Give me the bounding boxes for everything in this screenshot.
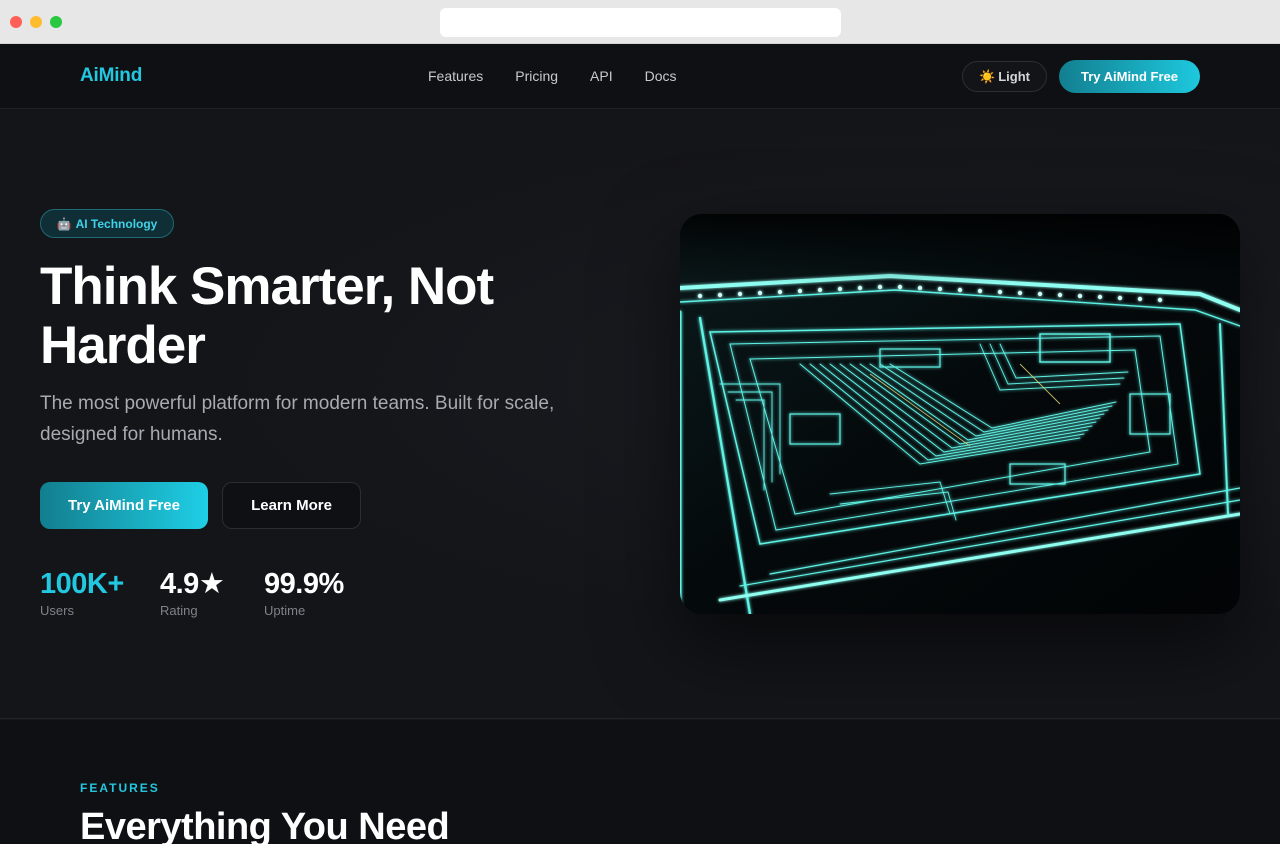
landing-page: AiMind Features Pricing API Docs ☀️ Ligh…: [0, 44, 1280, 844]
hero-section: 🤖 AI Technology Think Smarter, Not Harde…: [0, 109, 1280, 719]
features-section: FEATURES Everything You Need: [0, 720, 1280, 844]
stat-value: 100K+: [40, 568, 124, 600]
stat-rating: 4.9★ Rating: [160, 567, 225, 618]
sun-icon: ☀️: [979, 68, 996, 84]
theme-toggle-button[interactable]: ☀️ Light: [962, 61, 1047, 92]
features-title: Everything You Need: [80, 806, 450, 844]
top-nav: AiMind Features Pricing API Docs ☀️ Ligh…: [0, 44, 1280, 109]
logo[interactable]: AiMind: [80, 65, 142, 87]
hero-subtitle: The most powerful platform for modern te…: [40, 393, 555, 445]
nav-link-api[interactable]: API: [590, 68, 613, 84]
browser-chrome: [0, 0, 1280, 44]
stat-label: Uptime: [264, 603, 306, 618]
theme-toggle-label: Light: [998, 69, 1030, 84]
minimize-window-button[interactable]: [30, 16, 42, 28]
nav-link-features[interactable]: Features: [428, 68, 483, 84]
learn-more-button[interactable]: Learn More: [222, 482, 361, 529]
features-eyebrow: FEATURES: [80, 781, 160, 795]
nav-link-docs[interactable]: Docs: [645, 68, 677, 84]
close-window-button[interactable]: [10, 16, 22, 28]
stat-uptime: 99.9% Uptime: [264, 567, 344, 618]
hero-title: Think Smarter, Not Harder: [40, 257, 494, 375]
badge-label: AI Technology: [75, 216, 158, 231]
robot-icon: 🤖: [56, 216, 72, 231]
nav-link-pricing[interactable]: Pricing: [515, 68, 558, 84]
hero-try-free-button[interactable]: Try AiMind Free: [40, 482, 208, 529]
stat-label: Rating: [160, 603, 198, 618]
maximize-window-button[interactable]: [50, 16, 62, 28]
nav-try-free-button[interactable]: Try AiMind Free: [1059, 60, 1200, 93]
stat-value: 99.9%: [264, 568, 344, 600]
circuit-board-image: [680, 214, 1240, 614]
stat-users: 100K+ Users: [40, 567, 124, 618]
stat-value: 4.9★: [160, 568, 225, 600]
nav-links: Features Pricing API Docs: [428, 68, 709, 84]
address-bar[interactable]: [440, 8, 841, 37]
stat-label: Users: [40, 603, 74, 618]
ai-technology-badge: 🤖 AI Technology: [40, 209, 174, 238]
